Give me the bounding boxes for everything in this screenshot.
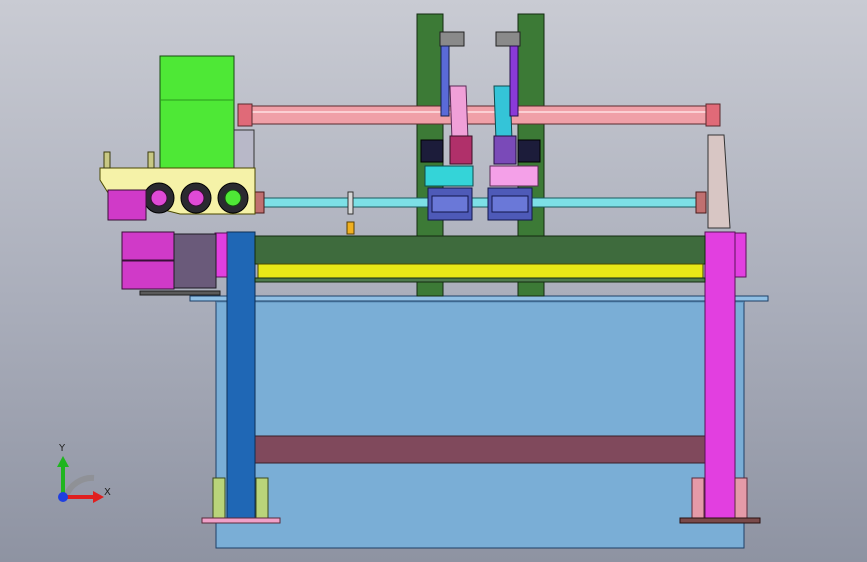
x-axis-label: X (104, 487, 111, 498)
triad-arc (63, 474, 95, 498)
y-axis-label: Y (59, 443, 66, 454)
x-axis-head (93, 491, 104, 503)
orientation-triad (57, 456, 104, 503)
cad-viewport[interactable]: Y X (0, 0, 867, 562)
z-axis-dot (58, 492, 68, 502)
y-axis-head (57, 456, 69, 467)
